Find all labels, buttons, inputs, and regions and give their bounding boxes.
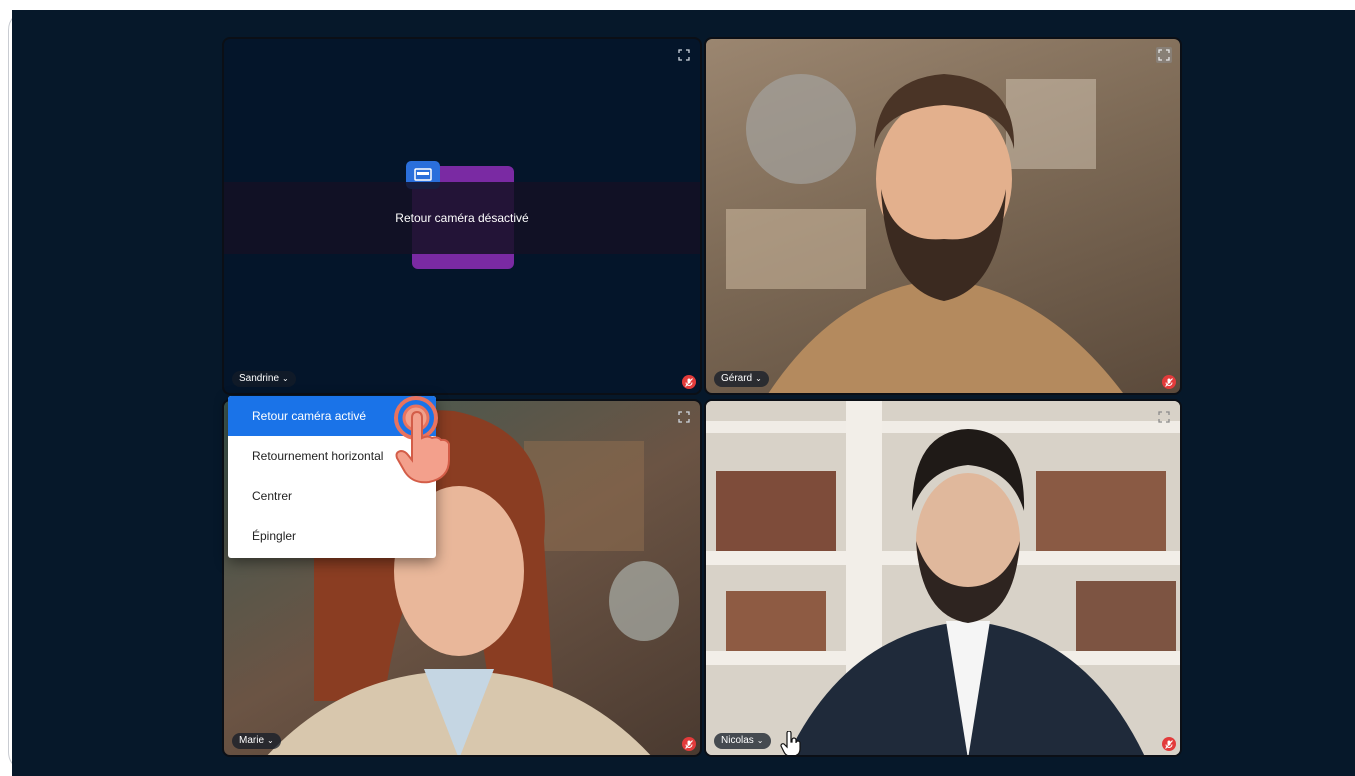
menu-item-pin[interactable]: Épingler: [228, 516, 436, 556]
menu-item-label: Retournement horizontal: [252, 449, 384, 463]
mic-muted-icon: [1162, 737, 1176, 751]
chevron-down-icon: ⌄: [756, 736, 764, 745]
participant-name: Marie: [239, 735, 265, 746]
video-tile-gerard[interactable]: Gérard ⌄: [704, 37, 1182, 395]
video-call-app: Retour caméra désactivé Sandrine ⌄ Gérard…: [12, 10, 1355, 776]
status-banner-text: Retour caméra désactivé: [395, 211, 529, 225]
chevron-down-icon: ⌄: [267, 736, 274, 745]
status-banner: Retour caméra désactivé: [224, 182, 700, 254]
mic-muted-icon: [682, 375, 696, 389]
expand-icon[interactable]: [676, 409, 692, 425]
participant-name-tag[interactable]: Nicolas ⌄: [714, 733, 771, 749]
expand-icon[interactable]: [676, 47, 692, 63]
participant-name-tag[interactable]: Gérard ⌄: [714, 371, 769, 387]
menu-item-label: Centrer: [252, 489, 293, 503]
menu-item-label: Épingler: [252, 529, 297, 543]
menu-item-label: Retour caméra activé: [252, 409, 367, 423]
participant-name-tag[interactable]: Marie ⌄: [232, 733, 281, 749]
video-tile-nicolas[interactable]: Nicolas ⌄: [704, 399, 1182, 757]
participant-name-tag[interactable]: Sandrine ⌄: [232, 371, 296, 387]
participant-name: Gérard: [721, 373, 753, 384]
mic-muted-icon: [682, 737, 696, 751]
expand-icon[interactable]: [1156, 409, 1172, 425]
participant-name: Sandrine: [239, 373, 280, 384]
chevron-down-icon: ⌄: [282, 374, 289, 383]
hand-pointer-icon: [780, 731, 801, 755]
tap-gesture-icon: [394, 396, 450, 484]
expand-icon[interactable]: [1156, 47, 1172, 63]
chevron-down-icon: ⌄: [755, 374, 762, 383]
participant-video: [706, 401, 1180, 755]
participant-name: Nicolas: [721, 735, 754, 746]
video-tile-sandrine[interactable]: Retour caméra désactivé Sandrine ⌄: [222, 37, 702, 395]
participant-video: [726, 74, 1123, 393]
mic-muted-icon: [1162, 375, 1176, 389]
